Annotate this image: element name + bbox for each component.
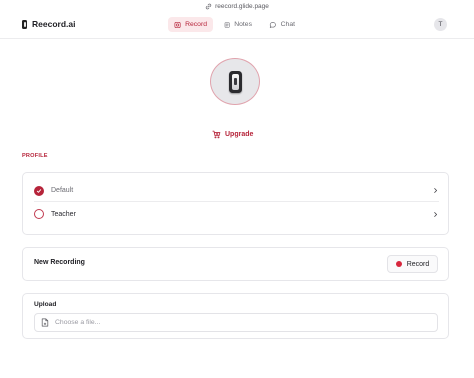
user-avatar[interactable]: T <box>434 18 447 31</box>
brand[interactable]: Reecord.ai <box>22 17 75 31</box>
profile-item-label: Default <box>51 187 74 194</box>
upload-title: Upload <box>34 301 57 308</box>
tab-notes-label: Notes <box>234 21 252 28</box>
unchecked-circle-icon <box>34 209 44 219</box>
tab-notes[interactable]: Notes <box>218 17 258 32</box>
recorder-device-icon <box>228 70 242 93</box>
app-name: Reecord.ai <box>32 19 76 29</box>
hero-image <box>210 58 260 105</box>
tab-chat-label: Chat <box>280 21 295 28</box>
url-bar[interactable]: reecord.glide.page <box>0 0 474 12</box>
record-button-label: Record <box>406 260 430 268</box>
upgrade-label: Upgrade <box>225 130 254 138</box>
tab-chat[interactable]: Chat <box>263 17 301 32</box>
upgrade-button[interactable]: Upgrade <box>212 128 253 140</box>
checked-circle-icon <box>34 185 44 196</box>
file-icon <box>41 318 49 327</box>
notes-icon <box>224 21 230 28</box>
new-recording-title: New Recording <box>34 259 85 266</box>
phone-logo-icon <box>22 19 27 29</box>
file-picker-input[interactable]: Choose a file... <box>34 313 438 332</box>
profile-section-label: PROFILE <box>22 153 48 159</box>
file-picker-placeholder: Choose a file... <box>55 319 101 326</box>
record-button[interactable]: Record <box>387 255 438 273</box>
profile-item-label: Teacher <box>51 210 76 218</box>
profile-item-default[interactable]: Default <box>34 180 439 202</box>
new-recording-card: New Recording Record <box>22 247 449 281</box>
chat-bubble-icon <box>269 21 276 28</box>
chevron-right-icon <box>432 211 439 218</box>
top-nav: Reecord.ai Record Notes Chat T <box>0 12 474 39</box>
record-icon <box>174 21 181 28</box>
tab-record[interactable]: Record <box>168 17 213 32</box>
chevron-right-icon <box>432 187 439 194</box>
tab-record-label: Record <box>185 21 207 28</box>
record-dot-icon <box>395 261 402 267</box>
url-text: reecord.glide.page <box>215 2 269 10</box>
app-root: reecord.glide.page Reecord.ai Record Not… <box>0 0 474 378</box>
cart-icon <box>212 130 221 138</box>
link-icon <box>205 3 212 9</box>
profile-list: Default Teacher <box>22 172 449 235</box>
upload-card: Upload Choose a file... <box>22 293 449 339</box>
profile-item-teacher[interactable]: Teacher <box>34 203 439 225</box>
